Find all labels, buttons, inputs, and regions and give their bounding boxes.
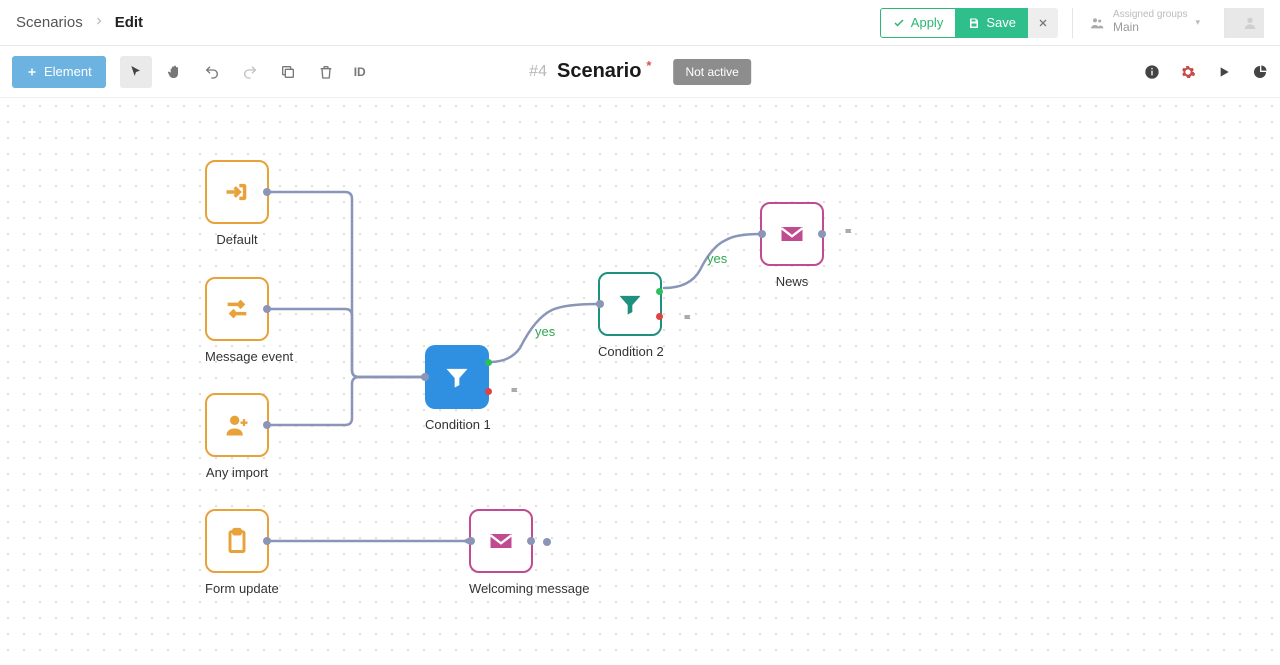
apply-label: Apply <box>911 15 944 30</box>
users-icon <box>1089 15 1105 31</box>
node-condition-1[interactable]: Condition 1 <box>425 345 489 432</box>
stats-button[interactable] <box>1252 64 1268 80</box>
settings-button[interactable] <box>1180 64 1196 80</box>
copy-button[interactable] <box>272 56 304 88</box>
flag-icon <box>843 227 855 239</box>
user-avatar[interactable] <box>1224 8 1264 38</box>
filter-icon <box>616 290 644 318</box>
editor-tool-buttons: ID <box>120 56 372 88</box>
breadcrumb: Scenarios Edit <box>16 14 143 31</box>
scenario-title: #4 Scenario * Not active <box>529 59 751 85</box>
id-label: ID <box>354 65 366 79</box>
unsaved-indicator: * <box>646 58 651 73</box>
assigned-groups-text: Assigned groups Main <box>1113 10 1188 34</box>
envelope-icon <box>778 220 806 248</box>
plus-icon <box>26 66 38 78</box>
save-button[interactable]: Save <box>955 8 1029 38</box>
flag-icon <box>509 386 521 398</box>
node-news[interactable]: News <box>760 202 824 289</box>
node-label: News <box>760 274 824 289</box>
play-icon <box>1216 64 1232 80</box>
info-icon <box>1144 64 1160 80</box>
assigned-groups-value: Main <box>1113 20 1188 34</box>
undo-icon <box>204 64 220 80</box>
close-button[interactable] <box>1028 8 1058 38</box>
scenario-number: #4 <box>529 63 547 81</box>
node-label: Welcoming message <box>469 581 533 596</box>
breadcrumb-current: Edit <box>115 14 143 31</box>
save-button-group: Apply Save <box>880 8 1058 38</box>
node-welcoming-message[interactable]: Welcoming message <box>469 509 533 596</box>
pointer-tool[interactable] <box>120 56 152 88</box>
header-bar: Scenarios Edit Apply Save Assigned group… <box>0 0 1280 46</box>
enter-icon <box>223 178 251 206</box>
canvas[interactable]: yes yes Default Message event Any import <box>0 98 1280 665</box>
node-label: Message event <box>205 349 269 364</box>
pie-chart-icon <box>1252 64 1268 80</box>
gear-icon <box>1180 64 1196 80</box>
node-form-update[interactable]: Form update <box>205 509 269 596</box>
breadcrumb-root[interactable]: Scenarios <box>16 14 83 31</box>
toolbar: Element ID #4 Scenario * Not active <box>0 46 1280 98</box>
edge-label-yes-1: yes <box>535 324 555 339</box>
flag-news-end[interactable] <box>843 227 855 242</box>
node-message-event[interactable]: Message event <box>205 277 269 364</box>
status-badge[interactable]: Not active <box>673 59 750 85</box>
connections <box>0 98 1280 665</box>
flag-icon <box>682 313 694 325</box>
user-icon <box>1242 15 1258 31</box>
delete-button[interactable] <box>310 56 342 88</box>
apply-button[interactable]: Apply <box>880 8 957 38</box>
chevron-down-icon: ▾ <box>1195 17 1200 28</box>
port-welcoming-out[interactable] <box>543 538 551 546</box>
chevron-right-icon <box>93 14 105 31</box>
assigned-groups-label: Assigned groups <box>1113 10 1188 20</box>
node-label: Condition 1 <box>425 417 489 432</box>
id-toggle-button[interactable]: ID <box>348 56 372 88</box>
copy-icon <box>280 64 296 80</box>
play-button[interactable] <box>1216 64 1232 80</box>
filter-icon <box>443 363 471 391</box>
info-button[interactable] <box>1144 64 1160 80</box>
hand-tool[interactable] <box>158 56 190 88</box>
node-any-import[interactable]: Any import <box>205 393 269 480</box>
flag-condition-1-no[interactable] <box>509 386 521 401</box>
add-element-button[interactable]: Element <box>12 56 106 88</box>
hand-icon <box>166 64 182 80</box>
node-label: Default <box>205 232 269 247</box>
element-label: Element <box>44 64 92 79</box>
trash-icon <box>318 64 334 80</box>
close-icon <box>1037 17 1049 29</box>
save-label: Save <box>986 15 1016 30</box>
save-icon <box>968 17 980 29</box>
flag-condition-2-no[interactable] <box>682 313 694 328</box>
undo-button[interactable] <box>196 56 228 88</box>
clipboard-icon <box>223 527 251 555</box>
assigned-groups-dropdown[interactable]: Assigned groups Main ▾ <box>1072 8 1200 38</box>
pointer-icon <box>128 64 144 80</box>
node-default[interactable]: Default <box>205 160 269 247</box>
edge-label-yes-2: yes <box>707 251 727 266</box>
node-label: Condition 2 <box>598 344 662 359</box>
node-label: Form update <box>205 581 269 596</box>
toolbar-right <box>1144 64 1268 80</box>
redo-button[interactable] <box>234 56 266 88</box>
scenario-name-wrap[interactable]: Scenario * <box>557 60 641 83</box>
redo-icon <box>242 64 258 80</box>
scenario-name: Scenario <box>557 60 641 82</box>
node-condition-2[interactable]: Condition 2 <box>598 272 662 359</box>
check-icon <box>893 17 905 29</box>
user-plus-icon <box>223 411 251 439</box>
swap-icon <box>223 295 251 323</box>
envelope-icon <box>487 527 515 555</box>
node-label: Any import <box>205 465 269 480</box>
header-right: Apply Save Assigned groups Main ▾ <box>880 8 1264 38</box>
